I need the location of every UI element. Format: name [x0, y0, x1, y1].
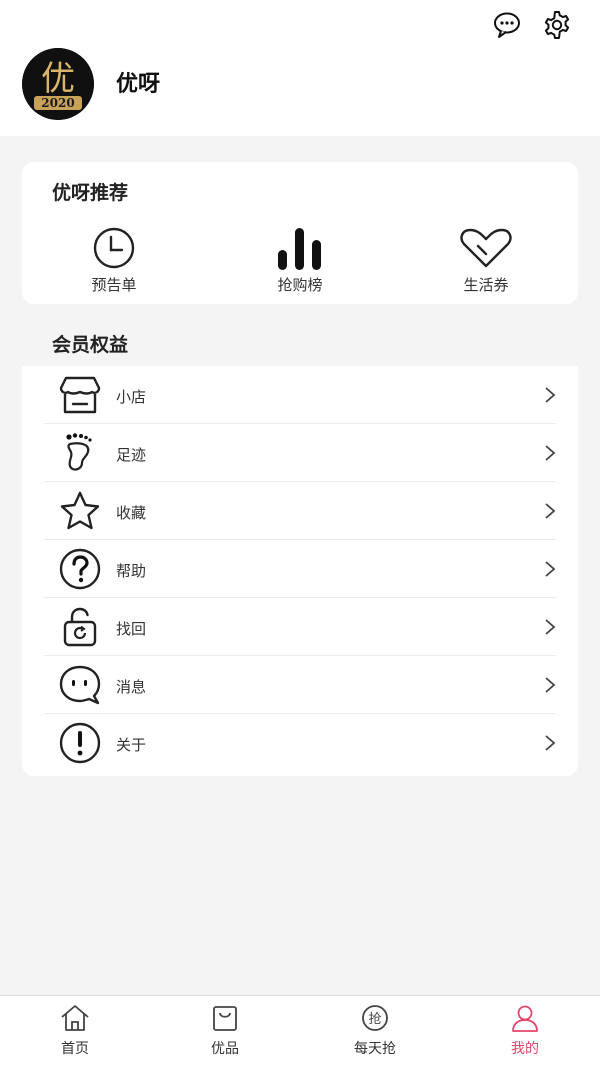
- home-icon: [61, 1005, 89, 1031]
- chevron-right-icon: [545, 503, 556, 519]
- recommend-item-label: 抢购榜: [277, 276, 323, 294]
- top-toolbar: [492, 10, 572, 40]
- star-icon: [60, 491, 100, 530]
- avatar-logo: 优 2020: [22, 48, 94, 120]
- nav-daily-grab[interactable]: 抢 每天抢: [325, 1004, 425, 1058]
- settings-icon[interactable]: [542, 10, 572, 40]
- avatar-glyph: 优: [41, 59, 75, 99]
- nav-label: 每天抢: [354, 1041, 396, 1057]
- recommend-item-preview[interactable]: 预告单: [54, 226, 174, 298]
- clock-icon: [93, 227, 135, 269]
- profile-header: 优 2020 优呀: [0, 0, 600, 136]
- chevron-right-icon: [545, 445, 556, 461]
- chevron-right-icon: [545, 735, 556, 751]
- member-title: 会员权益: [52, 334, 129, 356]
- username: 优呀: [116, 72, 161, 97]
- recommend-item-label: 预告单: [91, 276, 137, 294]
- list-item-label: 小店: [116, 388, 147, 406]
- help-icon: [59, 548, 101, 590]
- list-item-label: 帮助: [116, 562, 147, 580]
- list-item-footprint[interactable]: 足迹: [44, 424, 556, 482]
- chevron-right-icon: [545, 387, 556, 403]
- chevron-right-icon: [545, 677, 556, 693]
- list-item-favorites[interactable]: 收藏: [44, 482, 556, 540]
- nav-label: 首页: [61, 1041, 89, 1057]
- bar-chart-icon: [278, 228, 321, 270]
- nav-products[interactable]: 优品: [175, 1004, 275, 1058]
- list-item-recover[interactable]: 找回: [44, 598, 556, 656]
- avatar-year: 2020: [41, 96, 74, 110]
- chevron-right-icon: [545, 561, 556, 577]
- list-item-messages[interactable]: 消息: [44, 656, 556, 714]
- recommend-item-label: 生活券: [463, 276, 509, 294]
- info-icon: [59, 722, 101, 764]
- list-item-label: 收藏: [116, 504, 147, 522]
- recommend-card: 优呀推荐 预告单 抢购榜 生活券: [22, 162, 578, 304]
- grab-icon-text: 抢: [368, 1011, 381, 1027]
- list-item-shop[interactable]: 小店: [44, 366, 556, 424]
- profile-page: 优 2020 优呀 优呀推荐 预告单 抢购榜 生活券 会员权益 小店 足迹 收藏…: [0, 0, 600, 1067]
- nav-label: 我的: [511, 1041, 539, 1057]
- heart-icon: [460, 228, 512, 268]
- chat-icon: [59, 665, 101, 705]
- nav-mine[interactable]: 我的: [475, 1004, 575, 1058]
- chevron-right-icon: [545, 619, 556, 635]
- list-item-label: 关于: [116, 736, 147, 754]
- user-icon: [512, 1005, 538, 1032]
- avatar[interactable]: 优 2020: [22, 48, 94, 120]
- recommend-title: 优呀推荐: [52, 182, 129, 204]
- message-icon[interactable]: [492, 10, 522, 40]
- nav-label: 优品: [211, 1041, 239, 1057]
- footprint-icon: [66, 433, 92, 471]
- grab-icon: 抢: [362, 1005, 388, 1031]
- list-item-label: 消息: [116, 678, 147, 696]
- shop-icon: [59, 376, 101, 414]
- list-item-about[interactable]: 关于: [44, 714, 556, 772]
- lock-refresh-icon: [63, 607, 97, 647]
- bag-icon: [213, 1006, 237, 1031]
- list-item-label: 足迹: [116, 446, 147, 464]
- recommend-item-coupon[interactable]: 生活券: [426, 226, 546, 298]
- list-item-label: 找回: [116, 620, 147, 638]
- nav-home[interactable]: 首页: [25, 1004, 125, 1058]
- bottom-nav: 首页 优品 抢 每天抢 我的: [0, 995, 600, 1067]
- list-item-help[interactable]: 帮助: [44, 540, 556, 598]
- recommend-item-ranking[interactable]: 抢购榜: [240, 226, 360, 298]
- recommend-items: 预告单 抢购榜 生活券: [22, 226, 578, 298]
- member-list: 小店 足迹 收藏 帮助 找回 消息 关于: [22, 366, 578, 776]
